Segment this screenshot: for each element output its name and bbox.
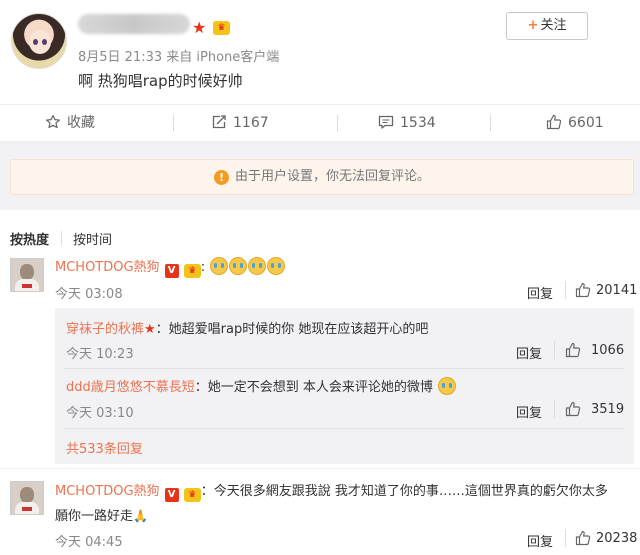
poster-avatar[interactable] bbox=[11, 13, 67, 69]
verified-v-icon: V bbox=[164, 264, 179, 278]
replier-name[interactable]: 穿袜子的秋裤 bbox=[66, 322, 144, 337]
favorite-button[interactable]: 收藏 bbox=[45, 105, 95, 141]
reply-button[interactable]: 回复 bbox=[516, 343, 542, 362]
reply-like-count: 3519 bbox=[591, 402, 625, 417]
reply-separator bbox=[64, 428, 624, 429]
crying-emoji-icon bbox=[210, 257, 229, 275]
replier-name[interactable]: ddd歳月悠悠不慕長短 bbox=[66, 380, 195, 395]
action-divider bbox=[173, 115, 174, 132]
comment-line: MCHOTDOG熱狗 V ♛: bbox=[55, 256, 286, 278]
follow-button[interactable]: + 关注 bbox=[506, 12, 588, 40]
divider bbox=[554, 341, 555, 359]
commenter-avatar[interactable] bbox=[10, 258, 44, 292]
comment-time: 今天 03:08 bbox=[55, 287, 123, 302]
crying-emoji-icon bbox=[248, 257, 267, 275]
comment-time: 今天 04:45 bbox=[55, 535, 123, 550]
post-meta: 8月5日 21:33 来自 iPhone客户端 bbox=[78, 50, 280, 65]
reply-line: ddd歳月悠悠不慕長短：她一定不会想到 本人会来评论她的微博 bbox=[66, 376, 457, 395]
red-star-badge-icon: ★ bbox=[192, 18, 207, 37]
repost-button[interactable]: 1167 bbox=[211, 105, 269, 141]
reply-separator bbox=[64, 368, 624, 369]
comment-text: : bbox=[200, 260, 206, 275]
reply-restricted-notice: ! 由于用户设置，你无法回复评论。 bbox=[10, 159, 634, 195]
reply-time: 今天 03:10 bbox=[66, 406, 134, 421]
red-star-badge-icon: ★ bbox=[144, 322, 156, 337]
thumbs-up-icon[interactable] bbox=[565, 342, 581, 358]
commenter-name[interactable]: MCHOTDOG熱狗 bbox=[55, 484, 160, 499]
more-replies-link[interactable]: 共533条回复 bbox=[66, 438, 143, 457]
thumbs-up-icon[interactable] bbox=[575, 530, 591, 546]
action-bar: 收藏 1167 1534 6601 bbox=[0, 104, 640, 142]
post-content: 啊 热狗唱rap的时候好帅 bbox=[78, 72, 243, 90]
plus-icon: + bbox=[527, 18, 539, 33]
vip-crown-icon: ♛ bbox=[213, 21, 230, 35]
reply-like-count: 1066 bbox=[591, 343, 625, 358]
crying-emoji-icon bbox=[229, 257, 248, 275]
tab-sort-hot[interactable]: 按热度 bbox=[10, 229, 49, 248]
comment-count: 1534 bbox=[400, 115, 436, 131]
comment-line: MCHOTDOG熱狗 V ♛ ：今天很多網友跟我說 我才知道了你的事……這個世界真… bbox=[55, 480, 608, 502]
thumbs-up-icon[interactable] bbox=[575, 282, 591, 298]
comment-divider bbox=[0, 468, 640, 469]
favorite-label: 收藏 bbox=[67, 115, 95, 131]
repost-count: 1167 bbox=[233, 115, 269, 131]
star-outline-icon bbox=[46, 114, 60, 129]
action-divider bbox=[490, 115, 491, 132]
reply-line: 穿袜子的秋裤★：她超爱唱rap时候的你 她现在应该超开心的吧 bbox=[66, 318, 428, 338]
praying-hands-icon: 🙏 bbox=[133, 509, 148, 523]
commenter-avatar[interactable] bbox=[10, 481, 44, 515]
like-count: 6601 bbox=[568, 115, 604, 131]
crying-emoji-icon bbox=[267, 257, 286, 275]
repost-icon bbox=[212, 115, 226, 129]
comment-text-continued: 願你一路好走 bbox=[55, 509, 134, 524]
weibo-post-page: ★ ♛ 8月5日 21:33 来自 iPhone客户端 啊 热狗唱rap的时候好… bbox=[0, 0, 640, 555]
vip-crown-icon: ♛ bbox=[183, 488, 201, 502]
thumbs-up-icon bbox=[546, 114, 562, 130]
poster-name-blurred[interactable] bbox=[78, 14, 190, 34]
thumbs-up-icon[interactable] bbox=[565, 401, 581, 417]
verified-v-icon: V bbox=[164, 488, 179, 502]
comment-icon bbox=[378, 115, 394, 129]
action-divider bbox=[337, 115, 338, 132]
follow-label: 关注 bbox=[540, 18, 567, 33]
vip-crown-icon: ♛ bbox=[183, 264, 201, 278]
reply-text: ：她超爱唱rap时候的你 她现在应该超开心的吧 bbox=[155, 322, 429, 337]
divider bbox=[554, 400, 555, 418]
divider bbox=[565, 529, 566, 547]
divider bbox=[565, 281, 566, 299]
comment-text: ：今天很多網友跟我說 我才知道了你的事……這個世界真的虧欠你太多 bbox=[200, 484, 608, 499]
like-button[interactable]: 6601 bbox=[546, 105, 604, 141]
comment-like-count: 20238 bbox=[596, 531, 638, 546]
reply-button[interactable]: 回复 bbox=[516, 402, 542, 421]
reply-button[interactable]: 回复 bbox=[527, 531, 553, 550]
comment-line-2: 願你一路好走🙏 bbox=[55, 505, 148, 524]
notice-text: 由于用户设置，你无法回复评论。 bbox=[234, 169, 430, 184]
reply-button[interactable]: 回复 bbox=[527, 283, 553, 302]
tab-sort-time[interactable]: 按时间 bbox=[73, 229, 112, 248]
comment-button[interactable]: 1534 bbox=[378, 105, 436, 141]
warning-icon: ! bbox=[213, 170, 229, 185]
reply-text: ：她一定不会想到 本人会来评论她的微博 bbox=[194, 380, 433, 395]
sort-divider bbox=[61, 231, 62, 245]
crying-emoji-icon bbox=[438, 377, 456, 395]
reply-time: 今天 10:23 bbox=[66, 347, 134, 362]
commenter-name[interactable]: MCHOTDOG熱狗 bbox=[55, 260, 160, 275]
comment-like-count: 20141 bbox=[596, 283, 638, 298]
